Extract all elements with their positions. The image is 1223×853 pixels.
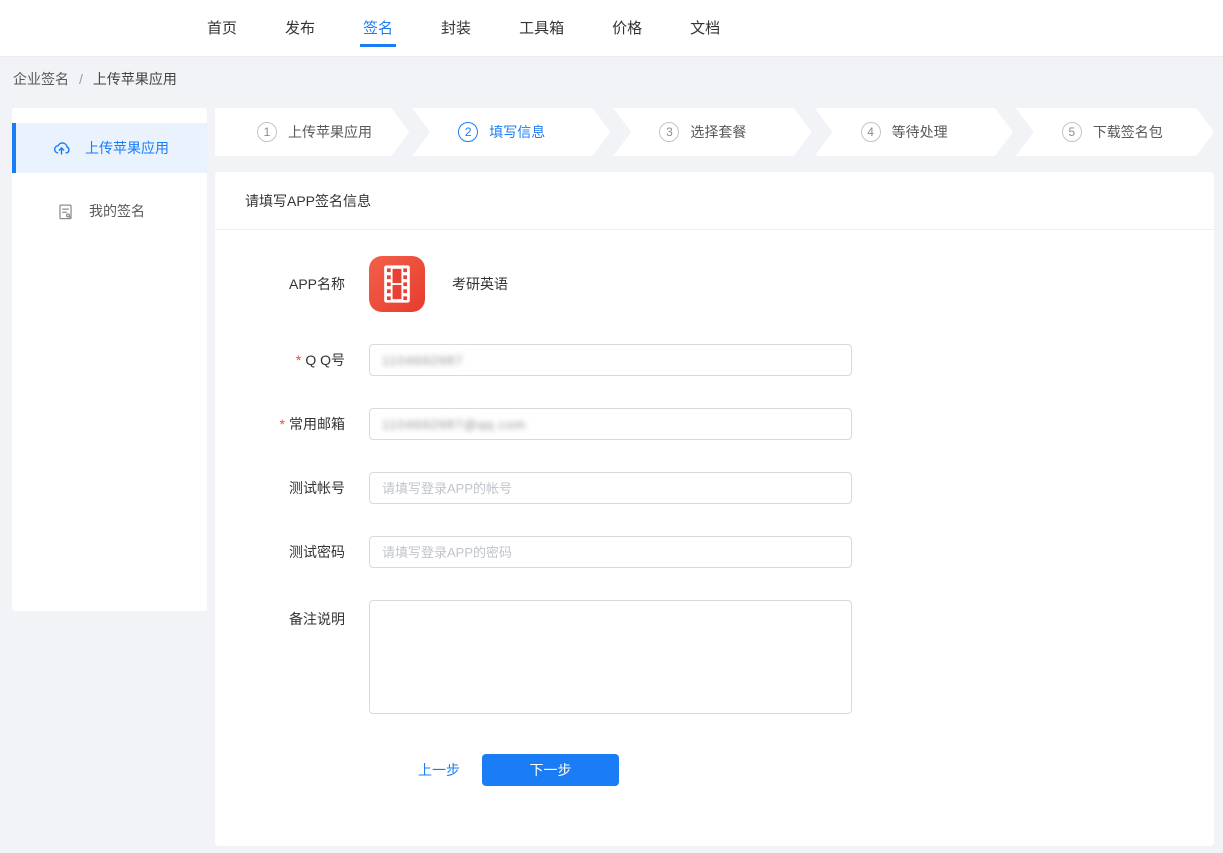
required-asterisk: * xyxy=(280,416,285,432)
breadcrumb-current-page: 上传苹果应用 xyxy=(93,69,177,89)
breadcrumb: 企业签名 / 上传苹果应用 xyxy=(0,57,1223,101)
test-account-field[interactable] xyxy=(369,472,852,504)
nav-item-toolbox[interactable]: 工具箱 xyxy=(516,17,567,47)
step-number: 3 xyxy=(659,122,679,142)
film-app-icon xyxy=(369,256,425,312)
step-number: 2 xyxy=(458,122,478,142)
step-1-upload-app: 1 上传苹果应用 xyxy=(215,108,409,156)
sidebar: 上传苹果应用 我的签名 xyxy=(12,108,207,611)
email-label: *常用邮箱 xyxy=(245,414,345,434)
next-step-button[interactable]: 下一步 xyxy=(482,754,619,786)
prev-step-link[interactable]: 上一步 xyxy=(418,760,460,780)
nav-item-price[interactable]: 价格 xyxy=(609,17,645,47)
app-name-label: APP名称 xyxy=(245,274,345,294)
nav-item-publish[interactable]: 发布 xyxy=(282,17,318,47)
sidebar-item-label: 上传苹果应用 xyxy=(85,138,169,158)
step-label: 选择套餐 xyxy=(690,122,746,142)
breadcrumb-separator: / xyxy=(79,71,83,87)
step-number: 1 xyxy=(257,122,277,142)
card-header: 请填写APP签名信息 xyxy=(215,172,1214,230)
step-number: 5 xyxy=(1062,122,1082,142)
required-asterisk: * xyxy=(296,352,301,368)
step-5-download-package: 5 下载签名包 xyxy=(1016,108,1214,156)
step-3-choose-plan: 3 选择套餐 xyxy=(613,108,811,156)
nav-item-home[interactable]: 首页 xyxy=(204,17,240,47)
step-2-fill-info: 2 填写信息 xyxy=(412,108,610,156)
cloud-upload-icon xyxy=(52,139,71,158)
breadcrumb-section[interactable]: 企业签名 xyxy=(13,69,69,89)
qq-row: *Q Q号 1104692987 xyxy=(245,344,1184,376)
app-name-row: APP名称 xyxy=(245,256,1184,312)
sidebar-item-label: 我的签名 xyxy=(89,201,145,221)
step-label: 填写信息 xyxy=(489,122,545,142)
step-wizard: 1 上传苹果应用 2 填写信息 3 选择套餐 4 等待处理 5 下载签名包 xyxy=(215,108,1214,156)
step-label: 等待处理 xyxy=(892,122,948,142)
nav-item-package[interactable]: 封装 xyxy=(438,17,474,47)
signature-doc-icon xyxy=(56,202,75,221)
qq-masked-value: 1104692987 xyxy=(382,353,463,368)
nav-item-sign[interactable]: 签名 xyxy=(360,17,396,47)
test-password-field[interactable] xyxy=(369,536,852,568)
step-label: 下载签名包 xyxy=(1093,122,1163,142)
email-field[interactable]: 1104692987@qq.com xyxy=(369,408,852,440)
email-row: *常用邮箱 1104692987@qq.com xyxy=(245,408,1184,440)
nav-item-docs[interactable]: 文档 xyxy=(687,17,723,47)
card-title: 请填写APP签名信息 xyxy=(245,191,371,211)
app-name-value: 考研英语 xyxy=(452,274,508,294)
test-password-row: 测试密码 xyxy=(245,536,1184,568)
form-actions: 上一步 下一步 xyxy=(245,754,1184,786)
remark-label: 备注说明 xyxy=(245,600,345,629)
step-label: 上传苹果应用 xyxy=(288,122,372,142)
email-masked-value: 1104692987@qq.com xyxy=(382,417,526,432)
test-account-row: 测试帐号 xyxy=(245,472,1184,504)
test-account-label: 测试帐号 xyxy=(245,478,345,498)
step-number: 4 xyxy=(861,122,881,142)
sidebar-item-my-signatures[interactable]: 我的签名 xyxy=(12,186,207,236)
step-4-wait-processing: 4 等待处理 xyxy=(815,108,1013,156)
top-nav: 首页 发布 签名 封装 工具箱 价格 文档 xyxy=(0,0,1223,57)
qq-field[interactable]: 1104692987 xyxy=(369,344,852,376)
test-password-label: 测试密码 xyxy=(245,542,345,562)
remark-row: 备注说明 xyxy=(245,600,1184,714)
qq-label: *Q Q号 xyxy=(245,350,345,370)
sidebar-item-upload-app[interactable]: 上传苹果应用 xyxy=(12,123,207,173)
sign-info-card: 请填写APP签名信息 APP名称 xyxy=(215,172,1214,846)
remark-textarea[interactable] xyxy=(369,600,852,714)
